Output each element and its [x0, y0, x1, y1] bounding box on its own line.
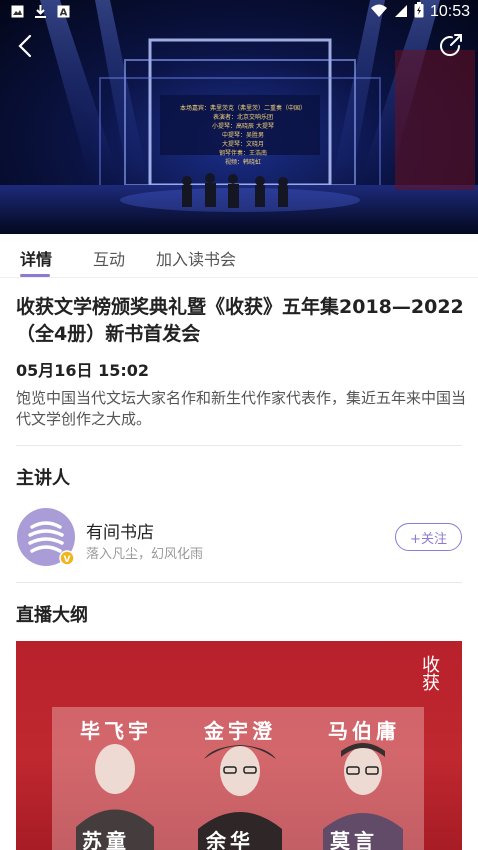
- screen-credits: 本场嘉宾：弗里茨克（弗里茨）二重奏（中国） 表演者：北京交响乐团 小提琴：高晓辰…: [158, 104, 328, 167]
- poster-name: 苏童: [82, 829, 130, 850]
- clock: 10:53: [429, 3, 470, 20]
- outline-poster-image[interactable]: 收获 毕飞宇 金宇澄 马伯庸 苏童 余华 莫言: [16, 641, 462, 850]
- credit-line: 钢琴伴奏：王浩南: [218, 150, 267, 157]
- host-name[interactable]: 有间书店: [86, 518, 154, 543]
- credit-line: 大提琴：文晓月: [221, 141, 264, 148]
- divider: [0, 277, 478, 278]
- chevron-left-icon: [18, 34, 32, 58]
- tab-join-book-club[interactable]: 加入读书会: [156, 246, 236, 270]
- live-video-player[interactable]: 本场嘉宾：弗里茨克（弗里茨）二重奏（中国） 表演者：北京交响乐团 小提琴：高晓辰…: [0, 0, 478, 234]
- follow-button[interactable]: +关注: [395, 523, 462, 551]
- back-button[interactable]: [12, 32, 40, 60]
- credit-line: 中提琴：吴胜男: [221, 132, 264, 139]
- credit-line: 表演者：北京交响乐团: [212, 114, 273, 121]
- wifi-icon: [370, 3, 388, 22]
- poster-seal: 收获: [419, 655, 440, 691]
- avatar[interactable]: V: [16, 507, 76, 567]
- signal-icon: [394, 3, 408, 22]
- host-section-title: 主讲人: [16, 468, 70, 489]
- share-button[interactable]: [436, 32, 464, 60]
- app-icon: A: [56, 4, 71, 19]
- poster-name: 余华: [206, 829, 254, 850]
- host-tagline: 落入凡尘，幻风化雨: [86, 547, 204, 562]
- event-description: 饱览中国当代文坛大家名作和新生代作家代表作，集近五年来中国当代文学创作之大成。: [16, 389, 467, 428]
- share-icon: [440, 34, 462, 57]
- poster-name: 莫言: [330, 829, 378, 850]
- download-icon: [33, 4, 48, 19]
- image-icon: [10, 4, 25, 19]
- tab-interaction[interactable]: 互动: [93, 246, 125, 270]
- verified-badge-icon: V: [64, 555, 71, 565]
- battery-icon: [414, 2, 424, 22]
- event-datetime: 05月16日 15:02: [16, 361, 150, 380]
- svg-text:A: A: [60, 8, 68, 19]
- tab-details[interactable]: 详情: [20, 246, 52, 270]
- divider: [16, 582, 462, 583]
- event-title: 收获文学榜颁奖典礼暨《收获》五年集2018—2022（全4册）新书首发会: [16, 296, 464, 345]
- tab-bar: 详情 互动 加入读书会: [0, 234, 478, 278]
- credit-line: 小提琴：高晓辰 大提琴: [212, 123, 274, 130]
- credit-line: 本场嘉宾：弗里茨克（弗里茨）二重奏（中国）: [179, 105, 306, 112]
- outline-section-title: 直播大纲: [16, 605, 88, 626]
- bookstore-logo-icon: V: [17, 508, 75, 566]
- status-bar: A 10:53: [0, 0, 478, 26]
- credit-line: 视频：韩晓虹: [224, 159, 261, 166]
- divider: [16, 445, 462, 446]
